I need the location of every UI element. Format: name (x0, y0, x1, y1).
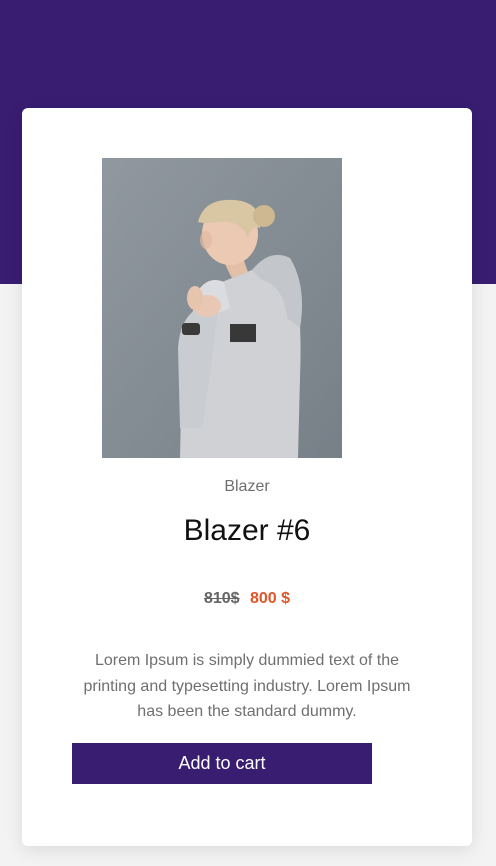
product-card: Blazer Blazer #6 810$ 800 $ Lorem Ipsum … (22, 108, 472, 846)
add-to-cart-button[interactable]: Add to cart (72, 743, 372, 784)
old-price: 810$ (203, 590, 240, 607)
product-category: Blazer (224, 478, 270, 495)
product-title[interactable]: Blazer #6 (22, 514, 472, 548)
page: Blazer Blazer #6 810$ 800 $ Lorem Ipsum … (0, 0, 496, 866)
sale-price: 800 $ (250, 590, 291, 607)
product-description: Lorem Ipsum is simply dummied text of th… (83, 652, 411, 720)
product-image[interactable] (102, 158, 342, 458)
price-row: 810$ 800 $ (22, 590, 472, 608)
product-photo-icon (102, 158, 342, 458)
